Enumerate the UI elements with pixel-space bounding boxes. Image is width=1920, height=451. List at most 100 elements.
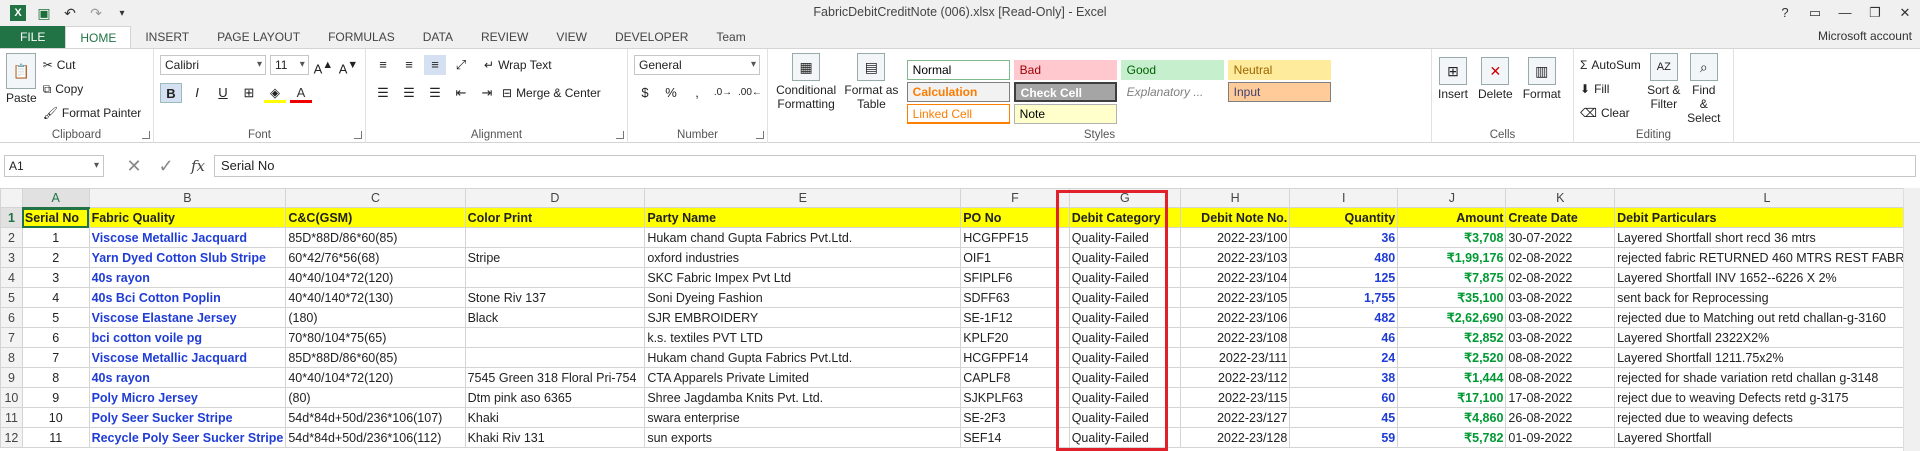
table-cell[interactable]: 2022-23/104 bbox=[1179, 267, 1291, 288]
copy-button[interactable]: ⧉ Copy bbox=[43, 77, 142, 101]
table-cell[interactable]: Layered Shortfall 1211.75x2% bbox=[1614, 347, 1920, 368]
cell-style-linked-cell[interactable]: Linked Cell bbox=[906, 104, 1010, 124]
table-cell[interactable]: rejected due to weaving defects bbox=[1614, 407, 1920, 428]
table-cell[interactable]: sent back for Reprocessing bbox=[1614, 287, 1920, 308]
table-cell[interactable]: 40s rayon bbox=[88, 367, 287, 388]
column-header-c[interactable]: C bbox=[285, 188, 466, 208]
table-cell[interactable]: 11 bbox=[21, 427, 90, 448]
decrease-indent-icon[interactable]: ⇤ bbox=[450, 83, 472, 103]
formula-input[interactable]: Serial No bbox=[214, 155, 1916, 177]
table-cell[interactable]: Khaki bbox=[464, 407, 646, 428]
select-all-corner[interactable] bbox=[0, 188, 23, 208]
table-cell[interactable]: ₹2,852 bbox=[1397, 327, 1507, 348]
table-cell[interactable]: sun exports bbox=[644, 427, 962, 448]
cut-button[interactable]: ✂ Cut bbox=[43, 53, 142, 77]
tab-formulas[interactable]: FORMULAS bbox=[314, 26, 409, 48]
header-cell[interactable]: C&C(GSM) bbox=[285, 207, 466, 228]
table-cell[interactable]: Poly Micro Jersey bbox=[88, 387, 287, 408]
save-icon[interactable]: ▣ bbox=[36, 5, 52, 21]
tab-insert[interactable]: INSERT bbox=[131, 26, 203, 48]
table-cell[interactable]: 60*42/76*56(68) bbox=[285, 247, 466, 268]
customize-qat-icon[interactable]: ▾ bbox=[114, 5, 130, 21]
table-cell[interactable]: rejected due to Matching out retd challa… bbox=[1614, 307, 1920, 328]
sort-filter-button[interactable]: AZ Sort & Filter bbox=[1647, 53, 1681, 125]
cell-style-bad[interactable]: Bad bbox=[1013, 60, 1117, 80]
table-cell[interactable]: CAPLF8 bbox=[960, 367, 1070, 388]
cell-style-input[interactable]: Input bbox=[1227, 82, 1331, 102]
align-center-icon[interactable]: ☰ bbox=[398, 83, 420, 103]
table-cell[interactable]: Quality-Failed bbox=[1068, 427, 1182, 448]
orientation-icon[interactable]: ⤢ bbox=[450, 55, 472, 75]
table-cell[interactable]: ₹4,860 bbox=[1397, 407, 1507, 428]
cell-style-check-cell[interactable]: Check Cell bbox=[1013, 82, 1117, 102]
header-cell[interactable]: Serial No bbox=[21, 207, 90, 228]
column-header-d[interactable]: D bbox=[464, 188, 646, 208]
align-right-icon[interactable]: ☰ bbox=[424, 83, 446, 103]
account-name[interactable]: Microsoft account bbox=[1818, 29, 1912, 43]
header-cell[interactable]: Fabric Quality bbox=[88, 207, 287, 228]
table-cell[interactable]: SEF14 bbox=[960, 427, 1070, 448]
column-header-k[interactable]: K bbox=[1505, 188, 1616, 208]
row-header[interactable]: 8 bbox=[0, 347, 23, 368]
tab-data[interactable]: DATA bbox=[409, 26, 467, 48]
table-cell[interactable]: SJR EMBROIDERY bbox=[644, 307, 962, 328]
table-cell[interactable]: 2022-23/111 bbox=[1179, 347, 1291, 368]
table-cell[interactable]: 1 bbox=[21, 227, 90, 248]
table-cell[interactable] bbox=[464, 327, 646, 348]
table-cell[interactable]: 480 bbox=[1289, 247, 1399, 268]
table-cell[interactable]: 4 bbox=[21, 287, 90, 308]
table-cell[interactable]: 26-08-2022 bbox=[1505, 407, 1616, 428]
table-cell[interactable]: Quality-Failed bbox=[1068, 227, 1182, 248]
table-cell[interactable]: 2022-23/108 bbox=[1179, 327, 1291, 348]
table-cell[interactable]: Quality-Failed bbox=[1068, 327, 1182, 348]
table-cell[interactable]: 01-09-2022 bbox=[1505, 427, 1616, 448]
table-cell[interactable]: Hukam chand Gupta Fabrics Pvt.Ltd. bbox=[644, 227, 962, 248]
table-cell[interactable]: Layered Shortfall INV 1652--6226 X 2% bbox=[1614, 267, 1920, 288]
header-cell[interactable]: Debit Particulars bbox=[1614, 207, 1920, 228]
column-header-i[interactable]: I bbox=[1289, 188, 1399, 208]
format-painter-button[interactable]: 🖌 Format Painter bbox=[43, 101, 142, 125]
tab-home[interactable]: HOME bbox=[65, 26, 132, 48]
table-cell[interactable]: rejected fabric RETURNED 460 MTRS REST F… bbox=[1614, 247, 1920, 268]
cell-style-explanatory[interactable]: Explanatory ... bbox=[1120, 82, 1224, 102]
table-cell[interactable]: ₹7,875 bbox=[1397, 267, 1507, 288]
italic-button[interactable]: I bbox=[186, 83, 208, 103]
table-cell[interactable]: Layered Shortfall 2322X2% bbox=[1614, 327, 1920, 348]
table-cell[interactable]: ₹5,782 bbox=[1397, 427, 1507, 448]
table-cell[interactable]: ₹2,62,690 bbox=[1397, 307, 1507, 328]
wrap-text-button[interactable]: Wrap Text bbox=[498, 58, 552, 72]
column-header-j[interactable]: J bbox=[1397, 188, 1507, 208]
currency-button[interactable]: $ bbox=[634, 83, 656, 103]
table-cell[interactable]: 40*40/104*72(120) bbox=[285, 367, 466, 388]
table-cell[interactable]: 46 bbox=[1289, 327, 1399, 348]
table-cell[interactable]: Quality-Failed bbox=[1068, 407, 1182, 428]
table-cell[interactable]: reject due to weaving Defects retd g-317… bbox=[1614, 387, 1920, 408]
table-cell[interactable]: 6 bbox=[21, 327, 90, 348]
cell-style-good[interactable]: Good bbox=[1120, 60, 1224, 80]
cell-style-neutral[interactable]: Neutral bbox=[1227, 60, 1331, 80]
align-bottom-icon[interactable]: ≡ bbox=[424, 55, 446, 75]
header-cell[interactable]: Create Date bbox=[1505, 207, 1616, 228]
tab-review[interactable]: REVIEW bbox=[467, 26, 542, 48]
table-cell[interactable]: 17-08-2022 bbox=[1505, 387, 1616, 408]
table-cell[interactable]: Quality-Failed bbox=[1068, 347, 1182, 368]
table-cell[interactable]: HCGFPF14 bbox=[960, 347, 1070, 368]
table-cell[interactable]: Khaki Riv 131 bbox=[464, 427, 646, 448]
table-cell[interactable]: 45 bbox=[1289, 407, 1399, 428]
font-size-select[interactable]: 11 bbox=[269, 55, 309, 75]
column-header-f[interactable]: F bbox=[960, 188, 1070, 208]
table-cell[interactable]: 70*80/104*75(65) bbox=[285, 327, 466, 348]
table-cell[interactable]: Stone Riv 137 bbox=[464, 287, 646, 308]
table-cell[interactable]: (80) bbox=[285, 387, 466, 408]
table-cell[interactable] bbox=[464, 267, 646, 288]
row-header[interactable]: 5 bbox=[0, 287, 23, 308]
column-header-e[interactable]: E bbox=[644, 188, 962, 208]
table-cell[interactable]: 08-08-2022 bbox=[1505, 347, 1616, 368]
table-cell[interactable]: Soni Dyeing Fashion bbox=[644, 287, 962, 308]
row-header[interactable]: 9 bbox=[0, 367, 23, 388]
column-header-l[interactable]: L bbox=[1614, 188, 1920, 208]
clipboard-launcher-icon[interactable] bbox=[142, 131, 150, 139]
table-cell[interactable]: ₹1,99,176 bbox=[1397, 247, 1507, 268]
header-cell[interactable]: Debit Category bbox=[1068, 207, 1182, 228]
grow-font-icon[interactable]: A▲ bbox=[313, 55, 334, 76]
